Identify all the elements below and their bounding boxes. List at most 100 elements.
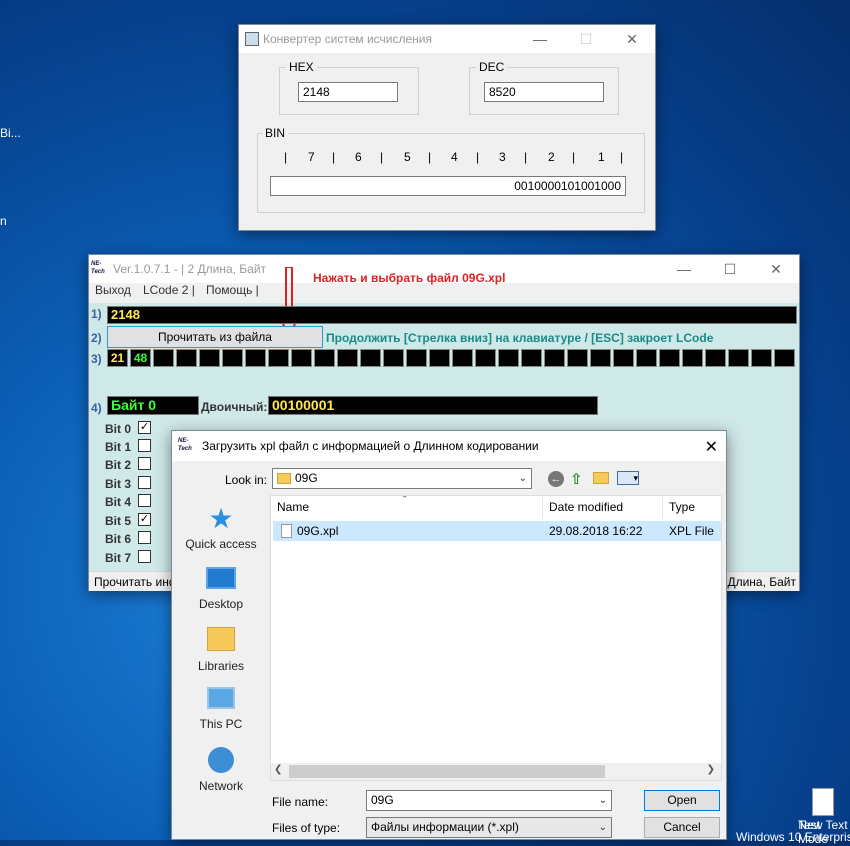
- view-menu-icon[interactable]: ▾: [617, 471, 639, 485]
- byte-cell[interactable]: [337, 349, 358, 367]
- bit-checkbox[interactable]: [138, 494, 151, 507]
- column-type[interactable]: Type: [663, 496, 721, 518]
- byte-cell[interactable]: [705, 349, 726, 367]
- scroll-left-icon[interactable]: ❮: [274, 764, 282, 775]
- file-icon: [281, 524, 292, 538]
- bit-checkbox[interactable]: [138, 550, 151, 563]
- desktop-icon-label[interactable]: n: [0, 214, 7, 228]
- byte-cell[interactable]: [659, 349, 680, 367]
- horizontal-scrollbar[interactable]: ❮ ❯: [271, 763, 721, 780]
- byte-cell[interactable]: [544, 349, 565, 367]
- place-desktop[interactable]: Desktop: [172, 567, 270, 611]
- bit-checkbox[interactable]: [138, 531, 151, 544]
- cancel-button[interactable]: Cancel: [644, 817, 720, 838]
- bin-input[interactable]: 0010000101001000: [270, 176, 626, 196]
- lcode-hex-field[interactable]: 2148: [107, 306, 797, 324]
- byte-cell[interactable]: [429, 349, 450, 367]
- menu-exit[interactable]: Выход: [95, 283, 131, 297]
- byte-cell[interactable]: [176, 349, 197, 367]
- scale-divider: |: [476, 150, 480, 164]
- libraries-icon: [207, 627, 235, 651]
- bit-checkbox[interactable]: [138, 476, 151, 489]
- file-date: 29.08.2018 16:22: [549, 524, 643, 538]
- byte-cell[interactable]: [268, 349, 289, 367]
- place-label: Libraries: [197, 659, 245, 673]
- byte-cell[interactable]: [567, 349, 588, 367]
- byte-cell[interactable]: [406, 349, 427, 367]
- converter-titlebar[interactable]: Конвертер систем исчисления — ☐ ✕: [239, 25, 655, 53]
- bit-checkbox[interactable]: [138, 439, 151, 452]
- new-folder-icon[interactable]: [593, 472, 609, 484]
- minimize-icon[interactable]: —: [517, 25, 563, 53]
- desktop-icon-label[interactable]: Bi...: [0, 126, 21, 140]
- app-icon: [245, 32, 259, 46]
- bit-label: Bit 1: [105, 440, 132, 454]
- byte-cell[interactable]: [590, 349, 611, 367]
- maximize-icon[interactable]: ☐: [563, 25, 609, 53]
- up-folder-icon[interactable]: ⇧: [570, 470, 583, 488]
- byte-cell[interactable]: [314, 349, 335, 367]
- row-number: 1): [91, 307, 102, 321]
- byte-cell[interactable]: [498, 349, 519, 367]
- scale-divider: |: [620, 150, 624, 164]
- bit-checkbox[interactable]: ✓: [138, 421, 151, 434]
- converter-title: Конвертер систем исчисления: [263, 32, 433, 46]
- computer-icon: [207, 687, 235, 709]
- byte-cell[interactable]: [199, 349, 220, 367]
- close-icon[interactable]: ✕: [705, 437, 718, 457]
- column-name[interactable]: Name: [271, 496, 543, 518]
- byte-cell[interactable]: [475, 349, 496, 367]
- byte-cell[interactable]: [751, 349, 772, 367]
- look-in-select[interactable]: 09G ⌄: [272, 468, 532, 489]
- annotation-text: Нажать и выбрать файл 09G.xpl: [313, 271, 506, 285]
- file-dialog: NE- Tech Загрузить xpl файл с информацией…: [171, 430, 727, 840]
- byte-cell[interactable]: 48: [130, 349, 151, 367]
- byte-cell[interactable]: [360, 349, 381, 367]
- menu-lcode2[interactable]: LCode 2 |: [143, 283, 195, 297]
- open-button[interactable]: Open: [644, 790, 720, 811]
- column-date[interactable]: Date modified: [543, 496, 663, 518]
- file-row[interactable]: 09G.xpl 29.08.2018 16:22 XPL File: [273, 521, 721, 541]
- netech-logo-icon: NE- Tech: [91, 261, 105, 275]
- read-from-file-button[interactable]: Прочитать из файла: [107, 326, 323, 348]
- dialog-titlebar[interactable]: NE- Tech Загрузить xpl файл с информацией…: [172, 431, 726, 461]
- byte-cell[interactable]: [452, 349, 473, 367]
- hex-group: HEX 2148: [279, 60, 419, 115]
- place-quick-access[interactable]: ★ Quick access: [172, 505, 270, 552]
- file-name-input[interactable]: 09G ⌄: [366, 790, 612, 811]
- netech-logo-icon: NE- Tech: [178, 438, 192, 452]
- byte-cell[interactable]: [153, 349, 174, 367]
- byte-cell[interactable]: [774, 349, 795, 367]
- bin-digit: 4: [451, 150, 458, 164]
- bit-checkbox[interactable]: ✓: [138, 513, 151, 526]
- byte-cell[interactable]: [728, 349, 749, 367]
- bit-checkbox[interactable]: [138, 457, 151, 470]
- maximize-icon[interactable]: ☐: [707, 255, 753, 283]
- place-libraries[interactable]: Libraries: [172, 627, 270, 673]
- menu-help[interactable]: Помощь |: [206, 283, 259, 297]
- close-icon[interactable]: ✕: [753, 255, 799, 283]
- minimize-icon[interactable]: —: [661, 255, 707, 283]
- hex-input[interactable]: 2148: [298, 82, 398, 102]
- byte-cell[interactable]: [613, 349, 634, 367]
- bit-label: Bit 2: [105, 458, 132, 472]
- back-icon[interactable]: ←: [548, 471, 564, 487]
- close-icon[interactable]: ✕: [609, 25, 655, 53]
- byte-cell[interactable]: 21: [107, 349, 128, 367]
- scale-divider: |: [572, 150, 576, 164]
- byte-cell[interactable]: [222, 349, 243, 367]
- file-type-select[interactable]: Файлы информации (*.xpl) ⌄: [366, 817, 612, 838]
- byte-cell[interactable]: [291, 349, 312, 367]
- scroll-thumb[interactable]: [289, 765, 605, 778]
- byte-cell[interactable]: [636, 349, 657, 367]
- dec-input[interactable]: 8520: [484, 82, 604, 102]
- place-network[interactable]: Network: [172, 747, 270, 793]
- byte-cell[interactable]: [682, 349, 703, 367]
- bit-label: Bit 5: [105, 514, 132, 528]
- byte-cell[interactable]: [521, 349, 542, 367]
- scroll-right-icon[interactable]: ❯: [707, 764, 715, 775]
- scale-divider: |: [524, 150, 528, 164]
- byte-cell[interactable]: [245, 349, 266, 367]
- place-this-pc[interactable]: This PC: [172, 687, 270, 731]
- byte-cell[interactable]: [383, 349, 404, 367]
